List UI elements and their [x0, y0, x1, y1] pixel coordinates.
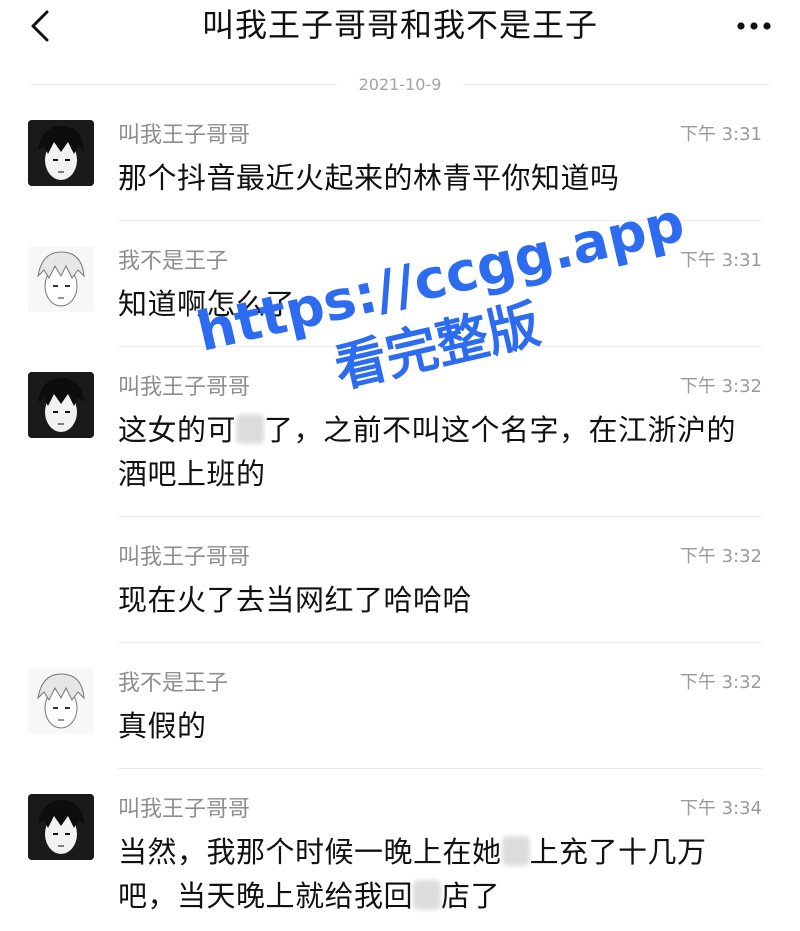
- message-item[interactable]: 叫我王子哥哥 下午 3:32 现在火了去当网红了哈哈哈: [0, 542, 800, 642]
- divider-line: [30, 83, 337, 85]
- chat-title: 叫我王子哥哥和我不是王子: [201, 6, 598, 44]
- message-separator: [118, 642, 762, 643]
- message-text: 知道啊怎么了: [118, 282, 760, 326]
- sender-name: 我不是王子: [118, 671, 229, 696]
- avatar-dark-hair-image: [28, 794, 94, 860]
- sender-name: 叫我王子哥哥: [118, 375, 251, 400]
- message-text-part: 这女的可: [118, 413, 237, 447]
- message-text-part: 当然，我那个时候一晚上在她: [118, 835, 502, 869]
- message-time: 下午 3:34: [679, 798, 762, 819]
- censored-blur: [413, 880, 442, 910]
- back-button[interactable]: [20, 4, 60, 48]
- avatar-light-hair-image: [28, 668, 94, 734]
- message-item[interactable]: 叫我王子哥哥 下午 3:32 这女的可 了，之前不叫这个名字，在江浙沪的酒吧上班的: [0, 372, 800, 512]
- message-text-part: 知道啊怎么了: [118, 287, 296, 321]
- message-separator: [118, 220, 762, 221]
- avatar-dark-hair-image: [28, 372, 94, 438]
- message-time: 下午 3:31: [679, 124, 762, 145]
- message-time: 下午 3:31: [679, 250, 762, 271]
- message-time: 下午 3:32: [679, 376, 762, 397]
- avatar-dark-hair[interactable]: [28, 120, 94, 186]
- more-options-button[interactable]: [726, 4, 782, 48]
- message-text: 当然，我那个时候一晚上在她 上充了十几万吧，当天晚上就给我回 店了: [118, 830, 760, 918]
- censored-blur: [236, 414, 265, 444]
- chevron-left-icon: [31, 10, 49, 42]
- date-label: 2021-10-9: [358, 74, 442, 94]
- avatar-light-hair[interactable]: [28, 246, 94, 312]
- sender-name: 叫我王子哥哥: [118, 797, 251, 822]
- avatar-light-hair-image: [28, 246, 94, 312]
- message-text: 现在火了去当网红了哈哈哈: [118, 578, 760, 622]
- date-divider: 2021-10-9: [30, 64, 770, 104]
- sender-name: 叫我王子哥哥: [118, 123, 251, 148]
- more-dots-icon: [737, 22, 771, 30]
- message-separator: [118, 516, 762, 517]
- chat-header: 叫我王子哥哥和我不是王子: [0, 0, 800, 60]
- message-text-part: 店了: [441, 879, 501, 913]
- message-item[interactable]: 我不是王子 下午 3:31 知道啊怎么了: [0, 246, 800, 346]
- message-item[interactable]: 叫我王子哥哥 下午 3:34 当然，我那个时候一晚上在她 上充了十几万吧，当天晚上…: [0, 794, 800, 931]
- message-item[interactable]: 叫我王子哥哥 下午 3:31 那个抖音最近火起来的林青平你知道吗: [0, 120, 800, 220]
- message-text-part: 现在火了去当网红了哈哈哈: [118, 583, 473, 617]
- message-item[interactable]: 我不是王子 下午 3:32 真假的: [0, 668, 800, 768]
- censored-blur: [501, 836, 530, 866]
- avatar-light-hair[interactable]: [28, 668, 94, 734]
- message-separator: [118, 346, 762, 347]
- message-text-part: 那个抖音最近火起来的林青平你知道吗: [118, 161, 620, 195]
- avatar-dark-hair[interactable]: [28, 794, 94, 860]
- message-text: 真假的: [118, 704, 760, 748]
- message-text-part: 真假的: [118, 709, 207, 743]
- sender-name: 我不是王子: [118, 249, 229, 274]
- avatar-dark-hair-image: [28, 120, 94, 186]
- message-separator: [118, 768, 762, 769]
- message-time: 下午 3:32: [679, 546, 762, 567]
- message-text: 这女的可 了，之前不叫这个名字，在江浙沪的酒吧上班的: [118, 408, 760, 496]
- divider-line: [463, 83, 770, 85]
- message-text: 那个抖音最近火起来的林青平你知道吗: [118, 156, 760, 200]
- sender-name: 叫我王子哥哥: [118, 545, 251, 570]
- message-time: 下午 3:32: [679, 672, 762, 693]
- avatar-dark-hair[interactable]: [28, 372, 94, 438]
